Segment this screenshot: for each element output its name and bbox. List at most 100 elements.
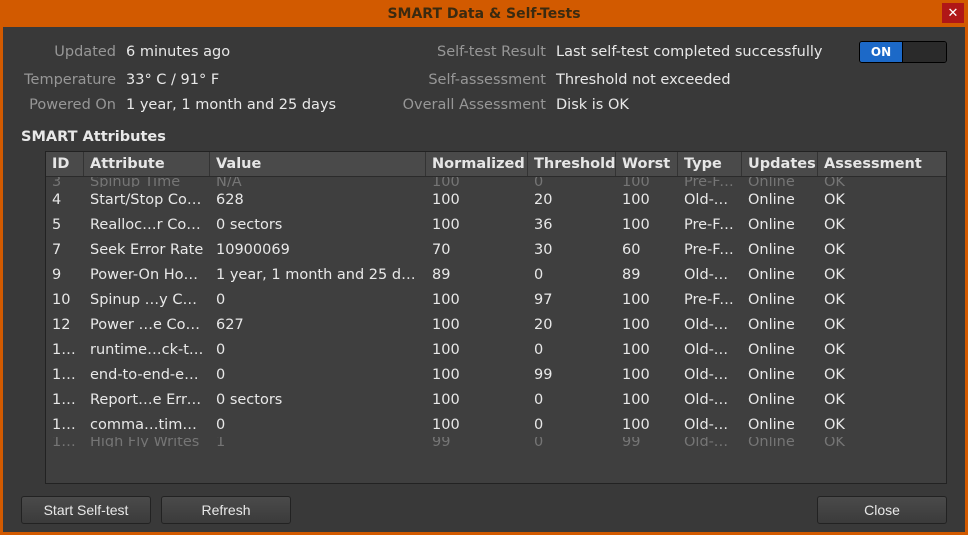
cell-attr: Spinup …y Count bbox=[84, 292, 210, 308]
label-temperature: Temperature bbox=[21, 72, 126, 88]
start-selftest-button[interactable]: Start Self-test bbox=[21, 496, 151, 524]
footer: Start Self-test Refresh Close bbox=[21, 492, 947, 524]
summary-grid: Updated 6 minutes ago Self-test Result L… bbox=[21, 41, 947, 113]
col-attr[interactable]: Attribute bbox=[84, 152, 210, 176]
label-overall: Overall Assessment bbox=[356, 97, 556, 113]
label-powered-on: Powered On bbox=[21, 97, 126, 113]
cell-id: 7 bbox=[46, 242, 84, 258]
cell-type: Pre-Fail bbox=[678, 217, 742, 233]
cell-thr: 0 bbox=[528, 342, 616, 358]
table-row[interactable]: 12Power …e Count62710020100Old-AgeOnline… bbox=[46, 312, 946, 337]
cell-attr: Spinup Time bbox=[84, 177, 210, 187]
cell-ass: OK bbox=[818, 177, 946, 187]
cell-norm: 100 bbox=[426, 217, 528, 233]
cell-type: Pre-Fail bbox=[678, 292, 742, 308]
cell-id: 12 bbox=[46, 317, 84, 333]
cell-val: 0 bbox=[210, 417, 426, 433]
table-row[interactable]: 9Power-On Hours1 year, 1 month and 25 da… bbox=[46, 262, 946, 287]
col-norm[interactable]: Normalized bbox=[426, 152, 528, 176]
cell-upd: Online bbox=[742, 417, 818, 433]
table-row[interactable]: 183runtime…ck-total01000100Old-AgeOnline… bbox=[46, 337, 946, 362]
label-self-assessment: Self-assessment bbox=[356, 72, 556, 88]
cell-worst: 100 bbox=[616, 392, 678, 408]
cell-attr: comma…timeout bbox=[84, 417, 210, 433]
value-updated: 6 minutes ago bbox=[126, 44, 356, 60]
col-val[interactable]: Value bbox=[210, 152, 426, 176]
col-thr[interactable]: Threshold bbox=[528, 152, 616, 176]
cell-val: 0 bbox=[210, 367, 426, 383]
cell-upd: Online bbox=[742, 317, 818, 333]
cell-upd: Online bbox=[742, 267, 818, 283]
table-row[interactable]: 189High Fly Writes199099Old-AgeOnlineOK bbox=[46, 437, 946, 447]
cell-ass: OK bbox=[818, 342, 946, 358]
cell-ass: OK bbox=[818, 242, 946, 258]
cell-thr: 0 bbox=[528, 177, 616, 187]
cell-upd: Online bbox=[742, 217, 818, 233]
cell-thr: 97 bbox=[528, 292, 616, 308]
close-icon[interactable]: ✕ bbox=[942, 3, 964, 23]
close-button[interactable]: Close bbox=[817, 496, 947, 524]
cell-id: 3 bbox=[46, 177, 84, 187]
cell-upd: Online bbox=[742, 292, 818, 308]
cell-attr: Report…e Errors bbox=[84, 392, 210, 408]
cell-upd: Online bbox=[742, 437, 818, 447]
cell-id: 183 bbox=[46, 342, 84, 358]
table-row[interactable]: 187Report…e Errors0 sectors1000100Old-Ag… bbox=[46, 387, 946, 412]
col-type[interactable]: Type bbox=[678, 152, 742, 176]
cell-upd: Online bbox=[742, 192, 818, 208]
col-upd[interactable]: Updates bbox=[742, 152, 818, 176]
cell-norm: 100 bbox=[426, 192, 528, 208]
smart-toggle[interactable]: ON bbox=[859, 41, 947, 63]
col-worst[interactable]: Worst bbox=[616, 152, 678, 176]
table-row[interactable]: 5Realloc…r Count0 sectors10036100Pre-Fai… bbox=[46, 212, 946, 237]
cell-worst: 100 bbox=[616, 217, 678, 233]
cell-id: 9 bbox=[46, 267, 84, 283]
label-updated: Updated bbox=[21, 44, 126, 60]
col-ass[interactable]: Assessment bbox=[818, 152, 946, 176]
table-body[interactable]: 3Spinup TimeN/A1000100Pre-FailOnlineOK4S… bbox=[46, 177, 946, 483]
cell-val: 627 bbox=[210, 317, 426, 333]
value-temperature: 33° C / 91° F bbox=[126, 72, 356, 88]
toggle-off-side bbox=[903, 42, 946, 62]
label-selftest-result: Self-test Result bbox=[356, 44, 556, 60]
cell-upd: Online bbox=[742, 367, 818, 383]
cell-worst: 100 bbox=[616, 292, 678, 308]
cell-val: 0 bbox=[210, 292, 426, 308]
cell-ass: OK bbox=[818, 292, 946, 308]
cell-val: 1 year, 1 month and 25 days bbox=[210, 267, 426, 283]
cell-type: Old-Age bbox=[678, 392, 742, 408]
table-row[interactable]: 7Seek Error Rate10900069703060Pre-FailOn… bbox=[46, 237, 946, 262]
cell-worst: 89 bbox=[616, 267, 678, 283]
cell-type: Old-Age bbox=[678, 417, 742, 433]
titlebar: SMART Data & Self-Tests ✕ bbox=[0, 0, 968, 27]
cell-id: 10 bbox=[46, 292, 84, 308]
cell-norm: 100 bbox=[426, 177, 528, 187]
cell-norm: 100 bbox=[426, 342, 528, 358]
cell-val: 10900069 bbox=[210, 242, 426, 258]
cell-upd: Online bbox=[742, 392, 818, 408]
toggle-on-label: ON bbox=[860, 42, 903, 62]
refresh-button[interactable]: Refresh bbox=[161, 496, 291, 524]
cell-type: Old-Age bbox=[678, 437, 742, 447]
table-row[interactable]: 10Spinup …y Count010097100Pre-FailOnline… bbox=[46, 287, 946, 312]
cell-attr: Power …e Count bbox=[84, 317, 210, 333]
cell-norm: 70 bbox=[426, 242, 528, 258]
cell-thr: 20 bbox=[528, 317, 616, 333]
col-id[interactable]: ID bbox=[46, 152, 84, 176]
attributes-table: ID Attribute Value Normalized Threshold … bbox=[45, 151, 947, 484]
table-row[interactable]: 184end-to-end-error010099100Old-AgeOnlin… bbox=[46, 362, 946, 387]
cell-norm: 100 bbox=[426, 417, 528, 433]
cell-attr: end-to-end-error bbox=[84, 367, 210, 383]
cell-val: 0 sectors bbox=[210, 217, 426, 233]
cell-attr: Seek Error Rate bbox=[84, 242, 210, 258]
cell-attr: Start/Stop Count bbox=[84, 192, 210, 208]
table-row[interactable]: 188comma…timeout01000100Old-AgeOnlineOK bbox=[46, 412, 946, 437]
cell-thr: 99 bbox=[528, 367, 616, 383]
cell-thr: 36 bbox=[528, 217, 616, 233]
cell-attr: Power-On Hours bbox=[84, 267, 210, 283]
cell-ass: OK bbox=[818, 192, 946, 208]
cell-thr: 0 bbox=[528, 267, 616, 283]
table-row[interactable]: 4Start/Stop Count62810020100Old-AgeOnlin… bbox=[46, 187, 946, 212]
table-row[interactable]: 3Spinup TimeN/A1000100Pre-FailOnlineOK bbox=[46, 177, 946, 187]
cell-val: 0 sectors bbox=[210, 392, 426, 408]
